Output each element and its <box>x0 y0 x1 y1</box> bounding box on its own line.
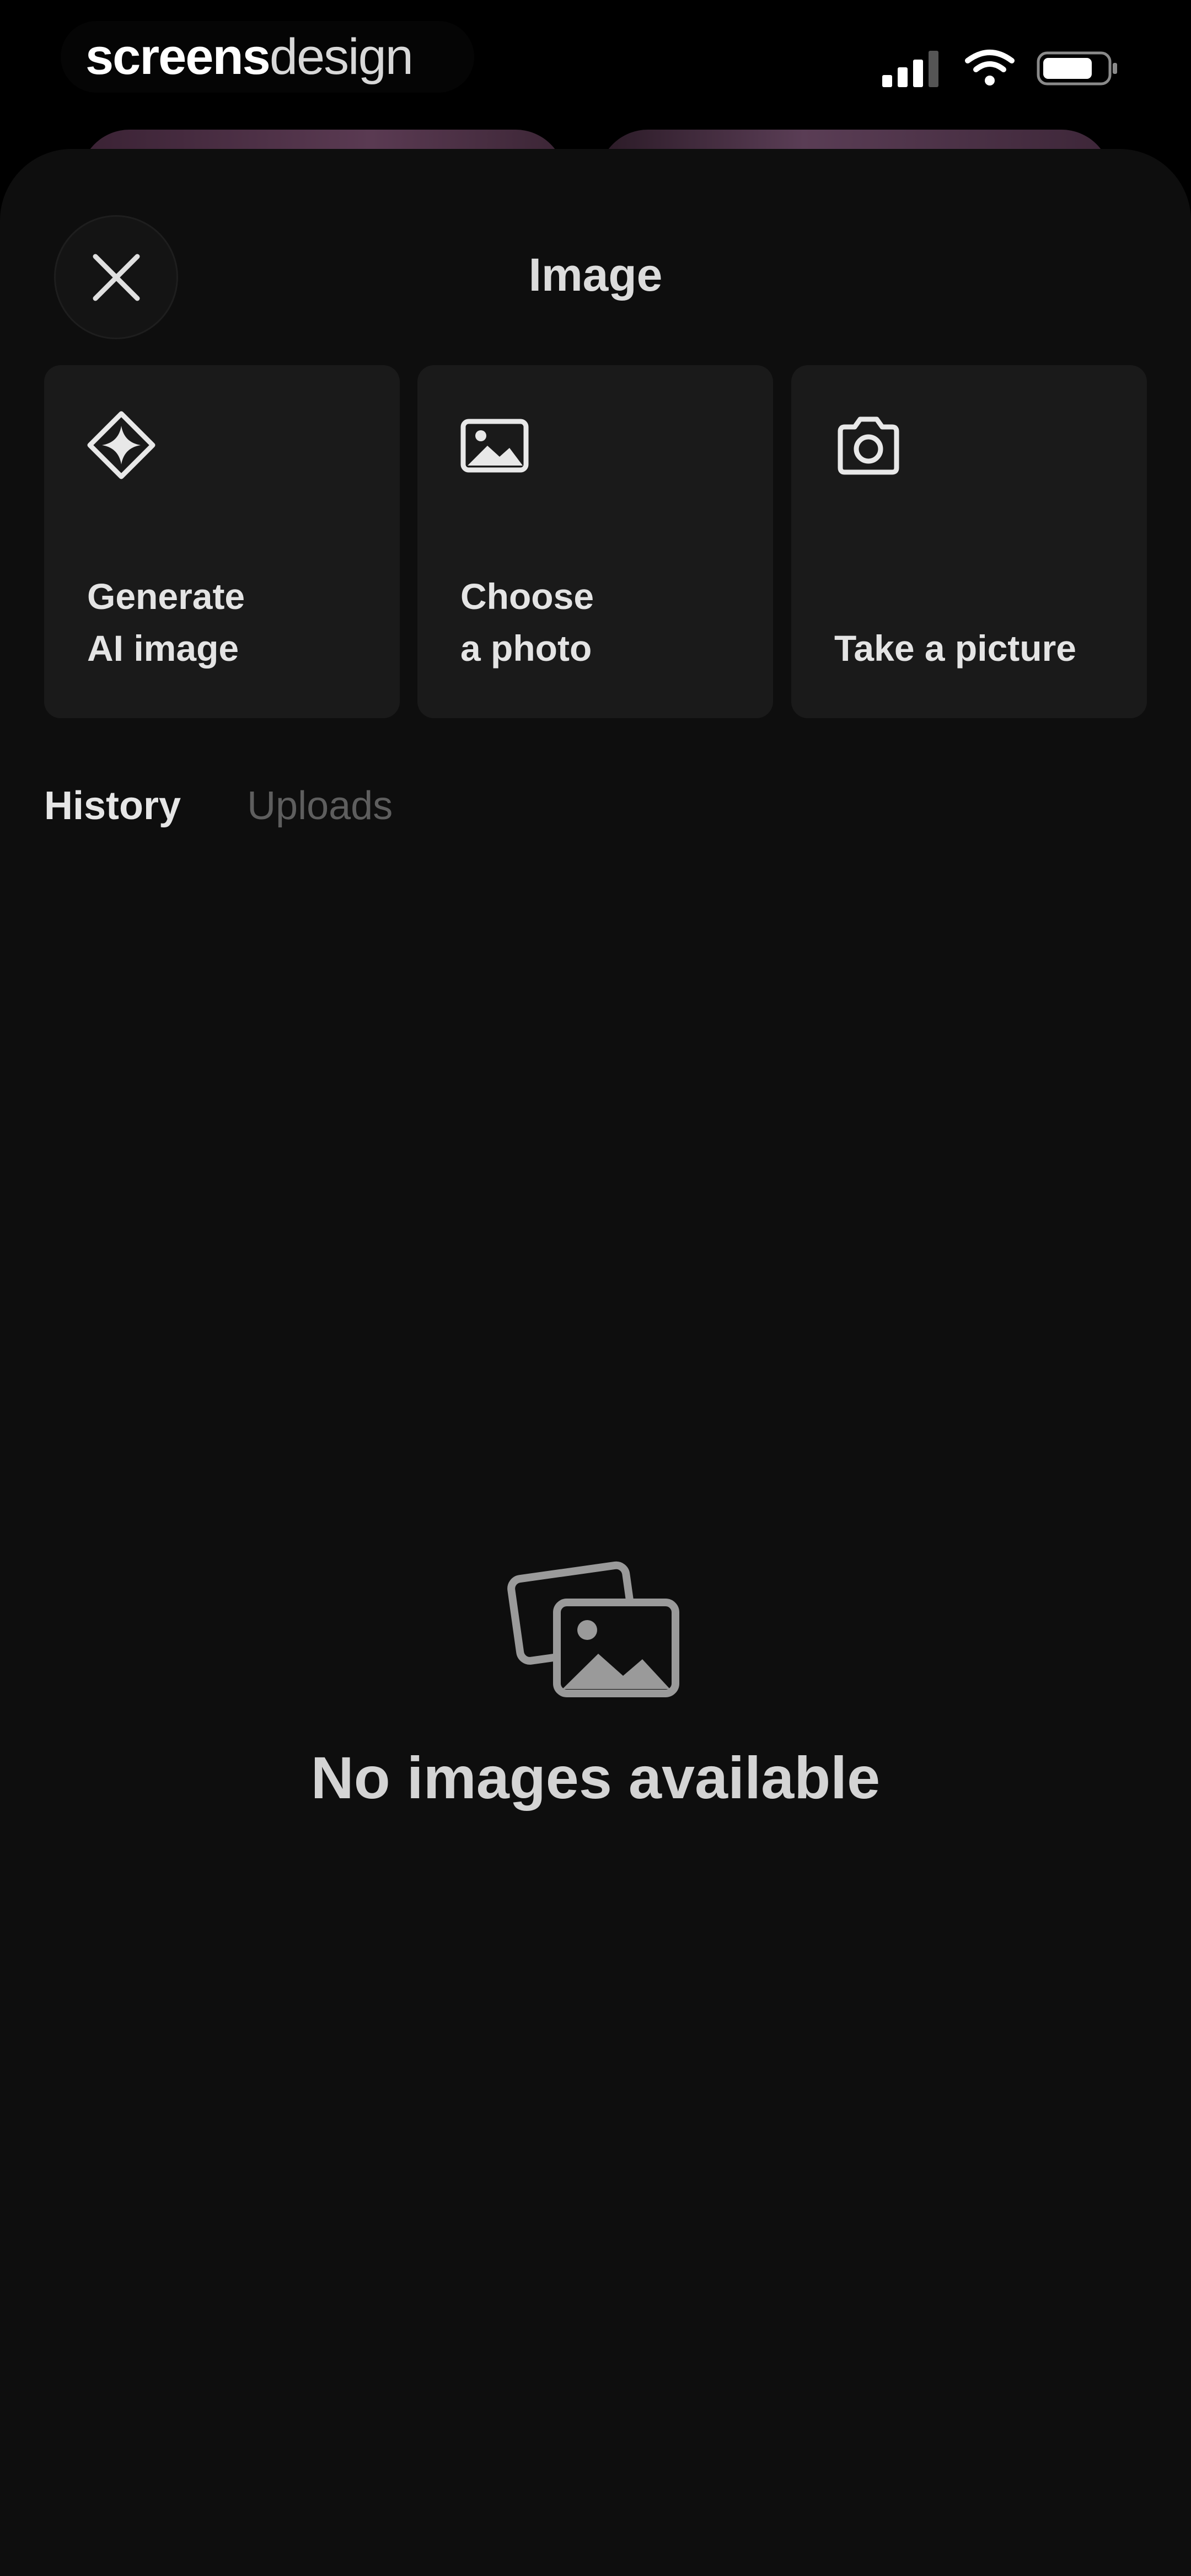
wifi-icon <box>965 50 1015 85</box>
photo-icon <box>460 419 529 473</box>
screen: screensdesign Image Generate AI image Ch… <box>0 0 1191 2576</box>
brand-light: design <box>269 28 414 85</box>
sheet-title: Image <box>528 249 663 301</box>
brand-strong: screens <box>85 28 271 85</box>
empty-state: No images available <box>0 1550 1191 1812</box>
image-sheet: Image Generate AI image Choose a photo T… <box>0 149 1191 2576</box>
tab-uploads[interactable]: Uploads <box>247 783 393 829</box>
image-tabs: History Uploads <box>44 783 393 829</box>
tab-history[interactable]: History <box>44 783 181 829</box>
generate-ai-image-label: Generate AI image <box>87 576 245 669</box>
camera-icon <box>838 416 899 475</box>
battery-icon <box>1037 51 1117 85</box>
generate-ai-image-button[interactable]: Generate AI image <box>44 365 400 718</box>
status-icons <box>882 49 1119 87</box>
image-source-options: Generate AI image Choose a photo Take a … <box>44 365 1147 718</box>
choose-photo-label: Choose a photo <box>460 576 594 669</box>
images-stack-icon <box>507 1561 679 1697</box>
choose-photo-button[interactable]: Choose a photo <box>417 365 773 718</box>
take-picture-label: Take a picture <box>834 628 1076 669</box>
status-bar: screensdesign <box>0 0 1191 127</box>
brand-watermark: screensdesign <box>61 21 474 93</box>
ai-sparkle-icon <box>87 411 155 479</box>
signal-icon <box>882 51 938 87</box>
brand-text: screensdesign <box>85 28 414 86</box>
empty-state-text: No images available <box>310 1744 881 1811</box>
take-picture-button[interactable]: Take a picture <box>791 365 1147 718</box>
